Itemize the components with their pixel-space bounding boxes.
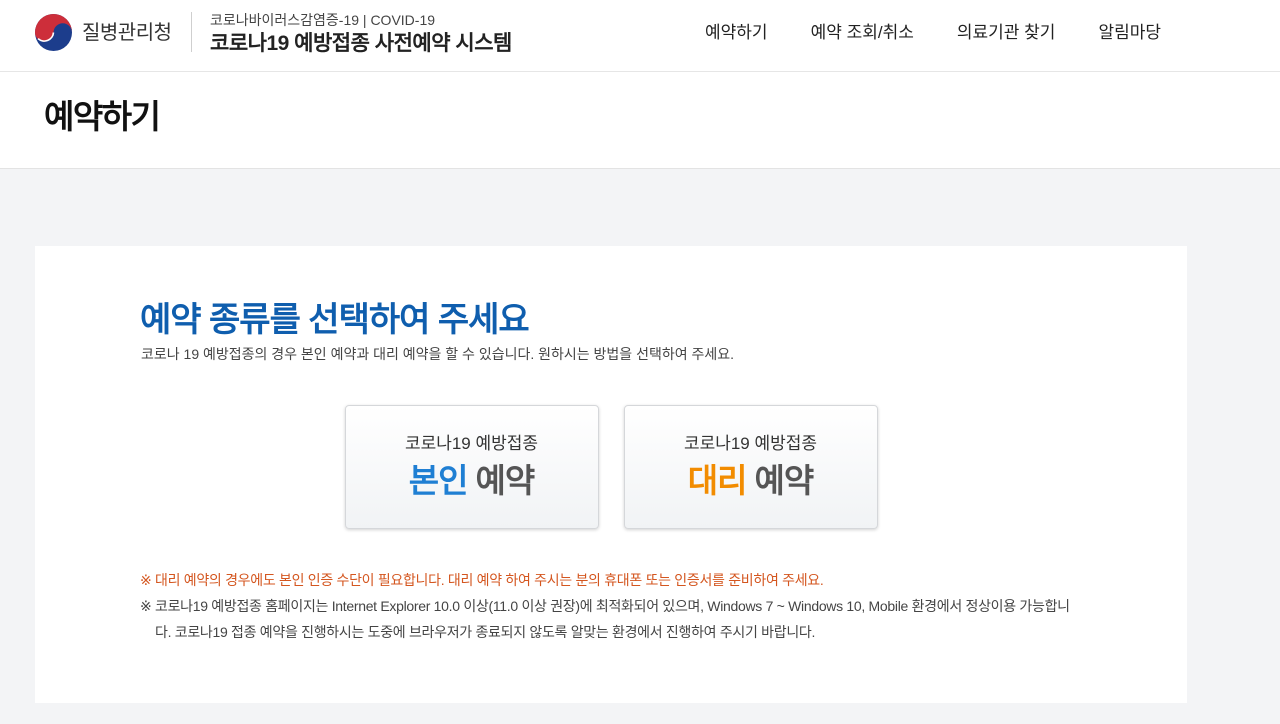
- self-reservation-button[interactable]: 코로나19 예방접종 본인 예약: [344, 405, 599, 529]
- note-marker: ※: [140, 598, 152, 614]
- option-caption: 코로나19 예방접종: [404, 434, 539, 453]
- site-brand-link[interactable]: 코로나바이러스감염증-19 | COVID-19 코로나19 예방접종 사전예약…: [210, 10, 512, 58]
- browser-compat-notice: ※ 코로나19 예방접종 홈페이지는 Internet Explorer 10.…: [140, 593, 1085, 645]
- option-caption: 코로나19 예방접종: [683, 434, 818, 453]
- note-text: 대리 예약의 경우에도 본인 인증 수단이 필요합니다. 대리 예약 하여 주시…: [155, 572, 824, 588]
- site-header: 질병관리청 코로나바이러스감염증-19 | COVID-19 코로나19 예방접…: [0, 0, 1280, 72]
- selection-heading: 예약 종류를 선택하여 주세요: [140, 301, 530, 339]
- nav-item-reserve[interactable]: 예약하기: [705, 22, 768, 44]
- reservation-options: 코로나19 예방접종 본인 예약 코로나19 예방접종 대리 예약: [35, 405, 1187, 529]
- nav-item-notice[interactable]: 알림마당: [1098, 22, 1161, 44]
- main-nav: 예약하기 예약 조회/취소 의료기관 찾기 알림마당: [705, 22, 1161, 44]
- option-label: 대리 예약: [625, 461, 877, 501]
- option-label: 본인 예약: [346, 461, 598, 501]
- page: { "header": { "logo_icon": "government-t…: [0, 0, 1280, 724]
- option-suffix: 예약: [754, 462, 815, 499]
- government-emblem-icon: [35, 14, 72, 51]
- page-title: 예약하기: [44, 98, 161, 135]
- selection-description: 코로나 19 예방접종의 경우 본인 예약과 대리 예약을 할 수 있습니다. …: [141, 346, 735, 362]
- header-divider: [191, 12, 192, 52]
- site-subtitle: 코로나바이러스감염증-19 | COVID-19: [210, 12, 436, 28]
- note-marker: ※: [140, 572, 152, 588]
- note-text: 코로나19 예방접종 홈페이지는 Internet Explorer 10.0 …: [155, 598, 1070, 640]
- org-logo-link[interactable]: 질병관리청: [35, 14, 172, 51]
- nav-item-find-clinic[interactable]: 의료기관 찾기: [957, 22, 1056, 44]
- option-suffix: 예약: [475, 462, 536, 499]
- proxy-reservation-button[interactable]: 코로나19 예방접종 대리 예약: [623, 405, 878, 529]
- proxy-auth-notice: ※ 대리 예약의 경우에도 본인 인증 수단이 필요합니다. 대리 예약 하여 …: [140, 567, 1085, 593]
- option-highlight: 본인: [408, 462, 469, 499]
- site-title: 코로나19 예방접종 사전예약 시스템: [210, 32, 512, 55]
- option-highlight: 대리: [687, 462, 748, 499]
- org-name: 질병관리청: [82, 21, 172, 44]
- notice-list: ※ 대리 예약의 경우에도 본인 인증 수단이 필요합니다. 대리 예약 하여 …: [140, 567, 1085, 645]
- reservation-type-card: 예약 종류를 선택하여 주세요 코로나 19 예방접종의 경우 본인 예약과 대…: [35, 246, 1187, 703]
- nav-item-lookup-cancel[interactable]: 예약 조회/취소: [811, 22, 914, 44]
- page-title-band: 예약하기: [0, 72, 1280, 169]
